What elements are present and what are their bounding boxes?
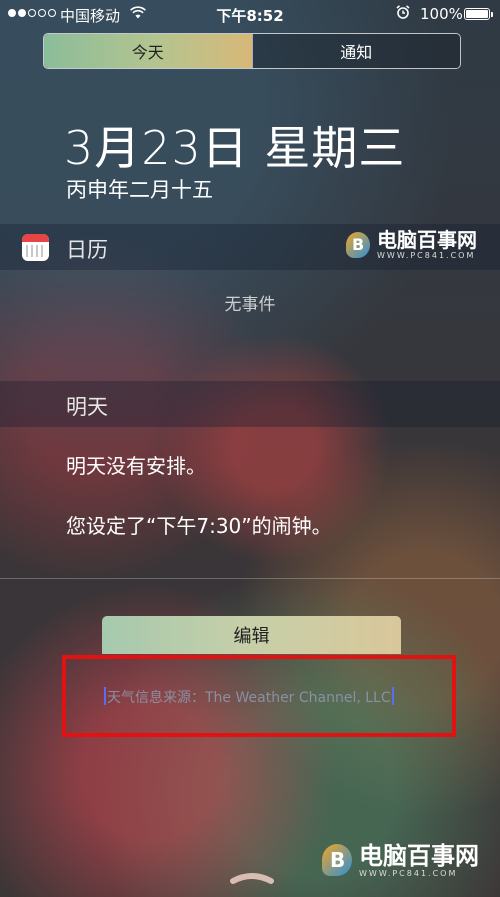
watermark-name: 电脑百事网 [359, 841, 479, 870]
watermark-logo: 电脑百事网 WWW.PC841.COM [343, 229, 477, 260]
tab-today[interactable]: 今天 [44, 34, 252, 68]
alarm-clock-icon [396, 5, 410, 23]
selection-end-caret[interactable] [391, 687, 394, 705]
watermark-logo-icon [343, 230, 373, 260]
edit-button[interactable]: 编辑 [102, 616, 401, 654]
status-bar: 中国移动 下午8:52 100% [0, 0, 500, 28]
lunar-date: 丙申年二月十五 [66, 178, 213, 202]
battery-icon [464, 8, 493, 20]
section-divider [0, 578, 500, 579]
tomorrow-widget-header[interactable]: 明天 [0, 381, 500, 427]
no-events-text: 无事件 [224, 295, 276, 315]
selection-start-caret[interactable] [104, 687, 106, 705]
today-notifications-segmented-control: 今天 通知 [43, 33, 461, 69]
watermark-logo-bottom: 电脑百事网 WWW.PC841.COM [319, 842, 479, 878]
tomorrow-widget-title: 明天 [66, 395, 108, 419]
date-title: 3月23日 星期三 [64, 121, 406, 175]
weather-source-label: 天气信息来源：The Weather Channel, LLC [107, 690, 391, 706]
battery-percent: 100% [420, 5, 463, 23]
tomorrow-alarm-info: 您设定了“下午7:30”的闹钟。 [66, 514, 332, 538]
watermark-logo-icon [319, 842, 355, 878]
watermark-name: 电脑百事网 [377, 228, 477, 252]
weather-source-text[interactable]: 天气信息来源：The Weather Channel, LLC [104, 687, 394, 707]
watermark-url: WWW.PC841.COM [359, 868, 458, 878]
calendar-widget-title: 日历 [66, 238, 108, 262]
calendar-app-icon [22, 234, 49, 261]
watermark-url: WWW.PC841.COM [377, 251, 476, 260]
tomorrow-no-plans: 明天没有安排。 [66, 454, 206, 478]
tab-notifications[interactable]: 通知 [251, 34, 460, 68]
grabber-handle-icon[interactable] [229, 869, 275, 885]
